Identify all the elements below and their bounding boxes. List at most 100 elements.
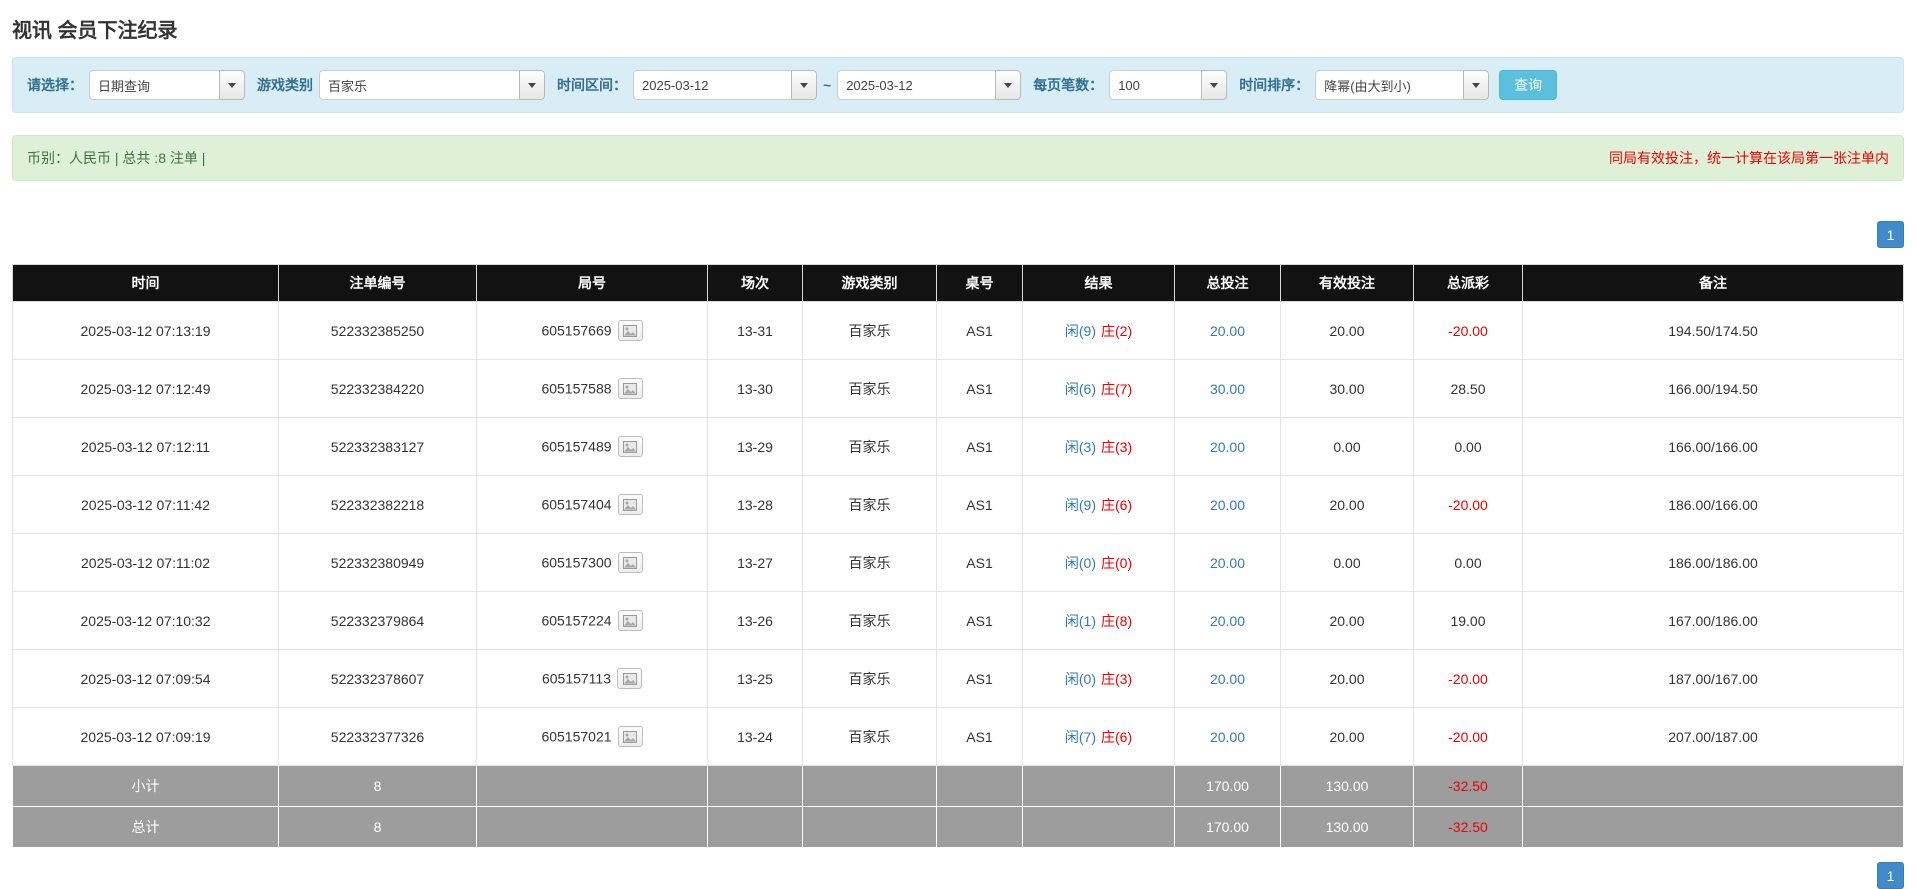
- total-bet-link[interactable]: 20.00: [1210, 613, 1245, 629]
- table-row: 2025-03-12 07:11:42 522332382218 6051574…: [12, 475, 1904, 534]
- result-banker: 庄(2): [1101, 322, 1133, 339]
- caret-down-icon: [1472, 82, 1481, 88]
- total-bet-link[interactable]: 20.00: [1210, 497, 1245, 513]
- round-media-icon[interactable]: [617, 668, 643, 689]
- date-range-separator: ~: [823, 77, 832, 93]
- cell-valid-bet: 0.00: [1280, 533, 1414, 592]
- round-media-icon[interactable]: [617, 610, 643, 631]
- game-type-label: 游戏类别: [257, 77, 313, 93]
- summary-empty-cell: [1522, 765, 1904, 807]
- cell-valid-bet: 20.00: [1280, 591, 1414, 650]
- cell-payout: 28.50: [1413, 359, 1523, 418]
- cell-valid-bet: 0.00: [1280, 417, 1414, 476]
- select-type-input[interactable]: [89, 70, 219, 100]
- summary-payout: -32.50: [1413, 765, 1523, 807]
- cell-payout: -20.00: [1413, 475, 1523, 534]
- cell-total-bet: 30.00: [1174, 359, 1281, 418]
- date-to-input[interactable]: [837, 70, 996, 100]
- cell-game-type: 百家乐: [802, 707, 937, 766]
- cell-round: 605157113: [476, 649, 708, 708]
- round-media-icon[interactable]: [617, 320, 643, 341]
- cell-bet-id: 522332379864: [278, 591, 477, 650]
- result-banker: 庄(0): [1101, 554, 1133, 571]
- total-bet-link[interactable]: 30.00: [1210, 381, 1245, 397]
- cell-game-type: 百家乐: [802, 301, 937, 360]
- cell-bet-id: 522332380949: [278, 533, 477, 592]
- result-player: 闲(0): [1064, 670, 1096, 687]
- cell-result: 闲(3) 庄(3): [1022, 417, 1175, 476]
- round-media-icon[interactable]: [617, 552, 643, 573]
- time-range-label: 时间区间：: [557, 77, 627, 93]
- summary-payout: -32.50: [1413, 806, 1523, 848]
- per-page-input[interactable]: [1109, 70, 1202, 100]
- result-player: 闲(1): [1064, 612, 1096, 629]
- game-type-combobox: [319, 70, 545, 100]
- round-media-icon[interactable]: [617, 726, 643, 747]
- summary-valid-bet: 130.00: [1280, 806, 1414, 848]
- date-from-dropdown-button[interactable]: [791, 70, 817, 100]
- summary-empty-cell: [476, 806, 708, 848]
- time-sort-combobox: [1315, 70, 1490, 100]
- date-from-input[interactable]: [633, 70, 791, 100]
- column-header: 备注: [1522, 264, 1904, 302]
- summary-empty-cell: [936, 806, 1023, 848]
- game-type-input[interactable]: [319, 70, 519, 100]
- total-bet-link[interactable]: 20.00: [1210, 729, 1245, 745]
- cell-result: 闲(7) 庄(6): [1022, 707, 1175, 766]
- per-page-dropdown-button[interactable]: [1201, 70, 1228, 100]
- cell-game-type: 百家乐: [802, 533, 937, 592]
- cell-remark: 187.00/167.00: [1522, 649, 1904, 708]
- cell-bet-id: 522332378607: [278, 649, 477, 708]
- cell-table-no: AS1: [936, 591, 1023, 650]
- cell-valid-bet: 20.00: [1280, 707, 1414, 766]
- column-header: 总投注: [1174, 264, 1281, 302]
- select-type-dropdown-button[interactable]: [219, 70, 245, 100]
- cell-total-bet: 20.00: [1174, 301, 1281, 360]
- page-1-button[interactable]: 1: [1877, 862, 1904, 889]
- result-banker: 庄(3): [1101, 670, 1133, 687]
- query-button[interactable]: 查询: [1499, 70, 1558, 100]
- cell-time: 2025-03-12 07:12:49: [12, 359, 279, 418]
- cell-table-no: AS1: [936, 533, 1023, 592]
- cell-payout: -20.00: [1413, 707, 1523, 766]
- cell-payout: 0.00: [1413, 417, 1523, 476]
- page-1-button[interactable]: 1: [1877, 221, 1904, 248]
- cell-time: 2025-03-12 07:11:02: [12, 533, 279, 592]
- pagination-bottom: 1: [12, 862, 1904, 889]
- table-row: 2025-03-12 07:09:54 522332378607 6051571…: [12, 649, 1904, 708]
- cell-payout: 0.00: [1413, 533, 1523, 592]
- cell-round: 605157300: [476, 533, 708, 592]
- cell-bet-id: 522332377326: [278, 707, 477, 766]
- time-sort-dropdown-button[interactable]: [1463, 70, 1490, 100]
- result-player: 闲(6): [1064, 380, 1096, 397]
- date-to-dropdown-button[interactable]: [995, 70, 1022, 100]
- select-type-label: 请选择：: [27, 77, 83, 93]
- total-bet-link[interactable]: 20.00: [1210, 439, 1245, 455]
- round-media-icon[interactable]: [617, 378, 643, 399]
- game-type-dropdown-button[interactable]: [519, 70, 545, 100]
- round-media-icon[interactable]: [617, 436, 643, 457]
- round-media-icon[interactable]: [617, 494, 643, 515]
- page: 视讯 会员下注纪录 请选择： 游戏类别 时间区间： ~ 每页笔数： 时间排序：: [0, 0, 1916, 889]
- total-bet-link[interactable]: 20.00: [1210, 323, 1245, 339]
- column-header: 时间: [12, 264, 279, 302]
- summary-row: 总计 8 170.00 130.00 -32.50: [12, 806, 1904, 848]
- total-bet-link[interactable]: 20.00: [1210, 671, 1245, 687]
- summary-bar: 币别：人民币 | 总共 :8 注单 | 同局有效投注，统一计算在该局第一张注单内: [12, 135, 1904, 181]
- cell-result: 闲(6) 庄(7): [1022, 359, 1175, 418]
- currency-total-text: 币别：人民币 | 总共 :8 注单 |: [27, 150, 206, 166]
- total-bet-link[interactable]: 20.00: [1210, 555, 1245, 571]
- cell-table-no: AS1: [936, 649, 1023, 708]
- cell-total-bet: 20.00: [1174, 533, 1281, 592]
- bet-records-table: 时间 注单编号 局号 场次 游戏类别 桌号 结果 总投注 有效投注 总派彩 备注 2025-03-1…: [12, 264, 1904, 848]
- time-sort-input[interactable]: [1315, 70, 1464, 100]
- cell-remark: 186.00/186.00: [1522, 533, 1904, 592]
- round-number: 605157588: [541, 380, 612, 397]
- summary-empty-cell: [802, 806, 937, 848]
- cell-valid-bet: 30.00: [1280, 359, 1414, 418]
- summary-total-bet: 170.00: [1174, 806, 1281, 848]
- cell-session: 13-26: [707, 591, 803, 650]
- cell-valid-bet: 20.00: [1280, 649, 1414, 708]
- summary-total-bet: 170.00: [1174, 765, 1281, 807]
- column-header: 场次: [707, 264, 803, 302]
